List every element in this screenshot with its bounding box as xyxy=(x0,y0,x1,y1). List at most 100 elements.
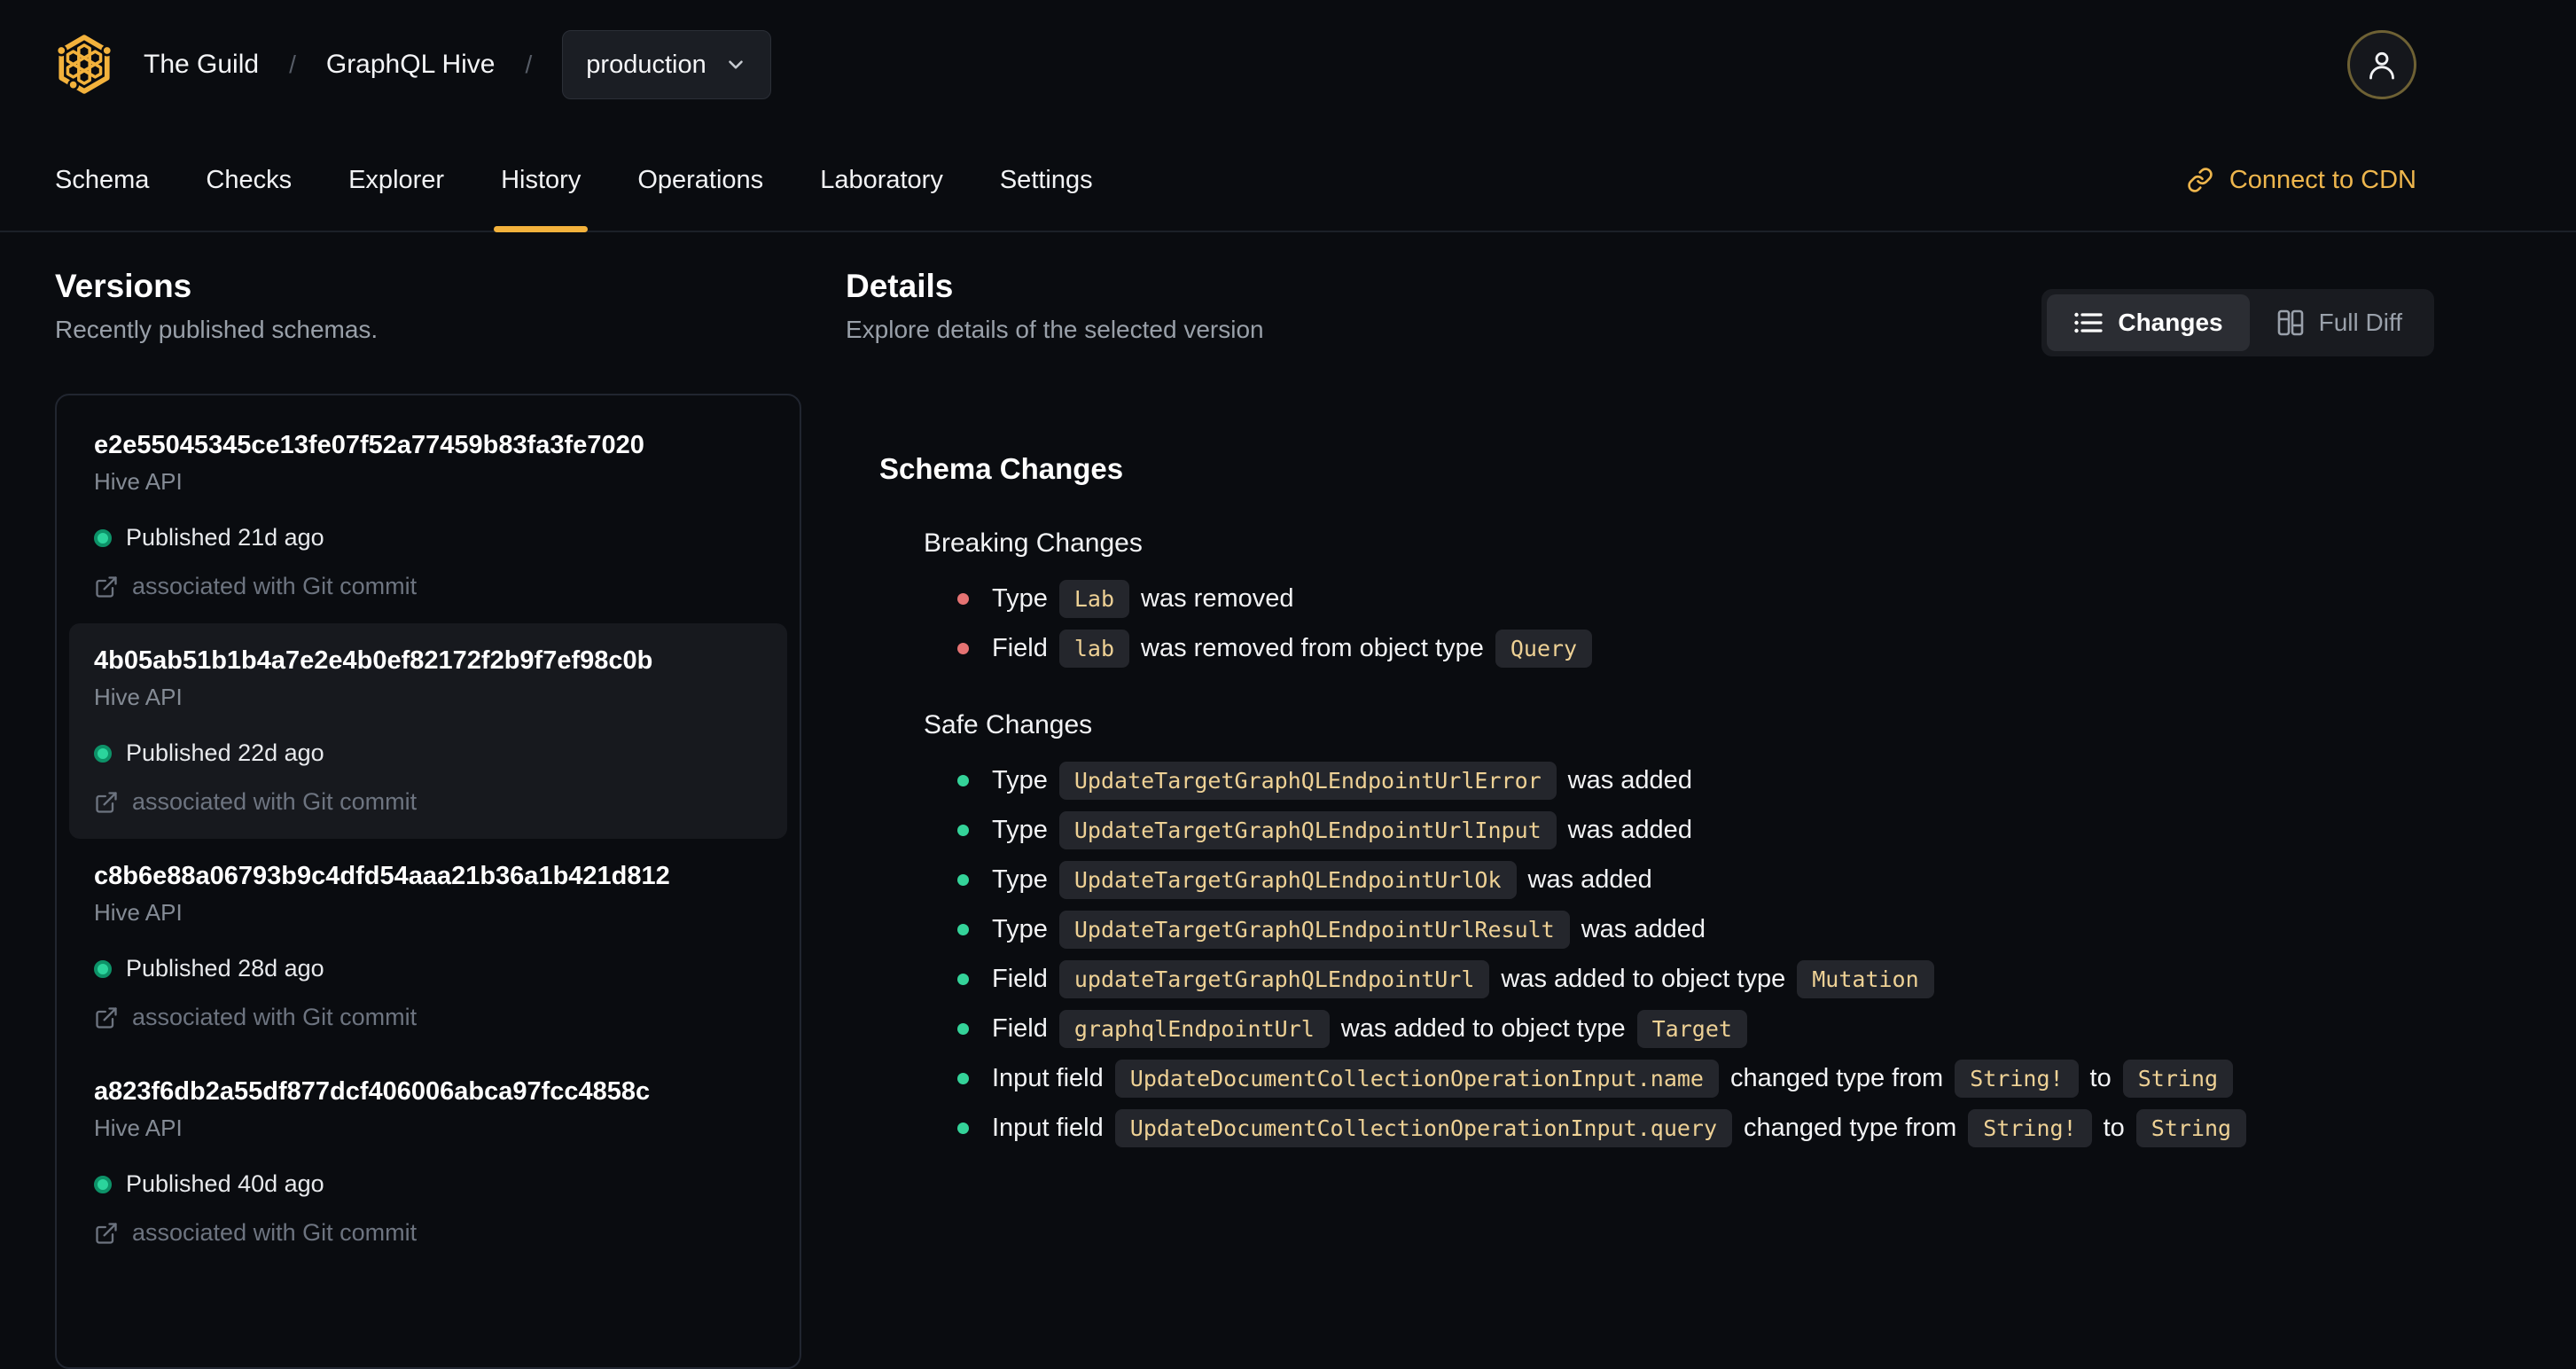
commit-row[interactable]: associated with Git commit xyxy=(94,788,762,816)
published-status-dot xyxy=(94,1175,112,1193)
commit-row[interactable]: associated with Git commit xyxy=(94,573,762,600)
change-list-breaking: Type Lab was removed Field lab was removed f… xyxy=(924,580,2434,668)
tab-explorer[interactable]: Explorer xyxy=(348,129,444,231)
versions-panel: Versions Recently published schemas. e2e… xyxy=(55,232,801,1369)
tab-checks[interactable]: Checks xyxy=(206,129,292,231)
tab-laboratory[interactable]: Laboratory xyxy=(820,129,943,231)
breadcrumb-separator: / xyxy=(289,51,296,78)
published-label: Published 40d ago xyxy=(126,1170,324,1197)
chevron-down-icon xyxy=(728,60,743,69)
list-icon xyxy=(2074,312,2103,333)
view-toggle-changes[interactable]: Changes xyxy=(2047,294,2250,351)
version-card[interactable]: a823f6db2a55df877dcf406006abca97fcc4858c… xyxy=(69,1054,787,1270)
external-link-icon xyxy=(96,791,117,813)
change-group-breaking-changes: Breaking Changes Type Lab was removed Fiel… xyxy=(924,528,2434,668)
bullet-icon xyxy=(957,775,969,786)
target-selector-value: production xyxy=(586,50,706,79)
change-text-segment: Field xyxy=(992,965,1048,993)
version-service: Hive API xyxy=(94,684,183,710)
commit-row[interactable]: associated with Git commit xyxy=(94,1004,762,1031)
published-row: Published 28d ago xyxy=(94,955,762,982)
version-card[interactable]: 4b05ab51b1b4a7e2e4b0ef82172f2b9f7ef98c0b… xyxy=(69,623,787,839)
published-status-dot xyxy=(94,744,112,763)
change-item: Type UpdateTargetGraphQLEndpointUrlInput w… xyxy=(957,811,2434,849)
code-badge: String xyxy=(2122,1060,2234,1098)
breadcrumb-org[interactable]: The Guild xyxy=(144,50,259,80)
code-badge: UpdateDocumentCollectionOperationInput.q… xyxy=(1114,1109,1733,1147)
versions-subtitle: Recently published schemas. xyxy=(55,316,379,343)
change-item: Field graphqlEndpointUrl was added to obje… xyxy=(957,1010,2434,1048)
version-card[interactable]: e2e55045345ce13fe07f52a77459b83fa3fe7020… xyxy=(69,408,787,623)
bullet-icon xyxy=(957,593,969,605)
bullet-icon xyxy=(957,1073,969,1084)
breadcrumb-separator: / xyxy=(525,51,533,78)
hive-logo[interactable] xyxy=(55,35,113,95)
change-item: Type UpdateTargetGraphQLEndpointUrlError w… xyxy=(957,762,2434,800)
code-badge: UpdateTargetGraphQLEndpointUrlInput xyxy=(1058,811,1557,849)
nav-tabs: Schema Checks Explorer History Operations Lab… xyxy=(55,129,1150,232)
target-selector-button[interactable]: production xyxy=(562,30,771,99)
code-badge: updateTargetGraphQLEndpointUrl xyxy=(1058,960,1490,998)
change-text-segment: changed type from xyxy=(1729,1064,1944,1092)
change-text-segment: Type xyxy=(992,915,1048,943)
published-label: Published 21d ago xyxy=(126,524,324,551)
version-service: Hive API xyxy=(94,1115,183,1141)
tab-operations[interactable]: Operations xyxy=(637,129,763,231)
tab-settings[interactable]: Settings xyxy=(1000,129,1093,231)
bullet-icon xyxy=(957,1123,969,1134)
version-service: Hive API xyxy=(94,899,183,926)
change-item: Input field UpdateDocumentCollectionOpera… xyxy=(957,1109,2434,1147)
code-badge: graphqlEndpointUrl xyxy=(1058,1010,1330,1048)
breadcrumb-project[interactable]: GraphQL Hive xyxy=(326,50,496,80)
change-text: Input field UpdateDocumentCollectionOpera… xyxy=(992,1109,2258,1147)
view-toggle-full-diff[interactable]: Full Diff xyxy=(2250,294,2429,351)
change-text-segment: Field xyxy=(992,634,1048,662)
change-text-segment: Type xyxy=(992,865,1048,894)
change-text-segment: was removed from object type xyxy=(1141,634,1484,662)
view-toggle-label: Changes xyxy=(2118,309,2223,336)
published-row: Published 40d ago xyxy=(94,1170,762,1198)
change-text: Field lab was removed from object type Quer… xyxy=(992,630,1604,668)
commit-note-label: associated with Git commit xyxy=(132,1219,418,1246)
details-header: Details Explore details of the selected … xyxy=(846,232,2434,356)
change-list-safe: Type UpdateTargetGraphQLEndpointUrlError w… xyxy=(924,762,2434,1147)
change-item: Type UpdateTargetGraphQLEndpointUrlResult… xyxy=(957,911,2434,949)
change-text-segment: was added xyxy=(1581,915,1706,943)
change-group-title: Safe Changes xyxy=(924,710,1093,739)
change-item: Field lab was removed from object type Quer… xyxy=(957,630,2434,668)
change-text-segment: changed type from xyxy=(1744,1114,1957,1142)
app-header: The Guild / GraphQL Hive / production xyxy=(0,0,2576,129)
commit-note-label: associated with Git commit xyxy=(132,573,418,599)
change-text: Type UpdateTargetGraphQLEndpointUrlError w… xyxy=(992,762,1692,800)
schema-changes-groups: Breaking Changes Type Lab was removed Fiel… xyxy=(879,528,2434,1147)
bullet-icon xyxy=(957,924,969,935)
change-text-segment: was added xyxy=(1527,865,1652,894)
change-item: Field updateTargetGraphQLEndpointUrl was a… xyxy=(957,960,2434,998)
tab-schema[interactable]: Schema xyxy=(55,129,149,231)
view-toggle-label: Full Diff xyxy=(2318,309,2402,336)
user-avatar[interactable] xyxy=(2347,30,2416,99)
change-text: Type UpdateTargetGraphQLEndpointUrlInput w… xyxy=(992,811,1692,849)
schema-changes-title: Schema Changes xyxy=(879,452,1124,485)
change-text-segment: Type xyxy=(992,816,1048,844)
change-text: Field graphqlEndpointUrl was added to obje… xyxy=(992,1010,1759,1048)
bullet-icon xyxy=(957,1023,969,1035)
connect-to-cdn-link[interactable]: Connect to CDN xyxy=(2187,166,2416,195)
version-card[interactable]: c8b6e88a06793b9c4dfd54aaa21b36a1b421d812… xyxy=(69,839,787,1054)
change-text-segment: Type xyxy=(992,766,1048,794)
change-text: Input field UpdateDocumentCollectionOpera… xyxy=(992,1060,2244,1098)
change-text: Type UpdateTargetGraphQLEndpointUrlResult… xyxy=(992,911,1706,949)
bullet-icon xyxy=(957,825,969,836)
change-text-segment: was added to object type xyxy=(1340,1014,1626,1043)
change-group-title: Breaking Changes xyxy=(924,528,1143,558)
change-text: Field updateTargetGraphQLEndpointUrl was a… xyxy=(992,960,1946,998)
versions-title: Versions xyxy=(55,268,192,304)
tab-history[interactable]: History xyxy=(494,129,589,232)
commit-row[interactable]: associated with Git commit xyxy=(94,1219,762,1247)
bullet-icon xyxy=(957,874,969,886)
published-status-dot xyxy=(94,959,112,978)
change-text-segment: Input field xyxy=(992,1114,1104,1142)
change-text-segment: to xyxy=(2103,1114,2125,1142)
change-text-segment: was added xyxy=(1567,766,1692,794)
version-service: Hive API xyxy=(94,468,183,495)
